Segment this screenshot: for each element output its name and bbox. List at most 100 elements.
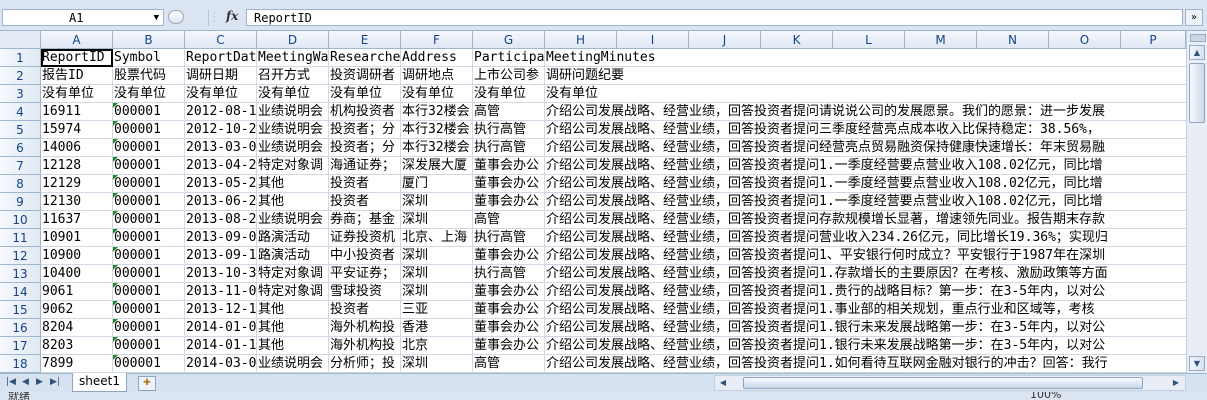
next-sheet-icon[interactable]: ▶: [36, 377, 43, 387]
expand-formula-bar-icon[interactable]: »: [1185, 9, 1203, 26]
table-cell[interactable]: 董事会办公: [473, 175, 545, 193]
table-cell[interactable]: 深圳: [401, 247, 473, 265]
table-cell[interactable]: 2013-12-1: [185, 301, 257, 319]
table-cell[interactable]: 海外机构投: [329, 337, 401, 355]
sheet-tab[interactable]: sheet1: [72, 373, 127, 392]
row-header[interactable]: 11: [0, 229, 41, 247]
table-cell[interactable]: MeetingWa: [257, 49, 329, 67]
table-cell[interactable]: Symbol: [113, 49, 185, 67]
table-cell[interactable]: 业绩说明会: [257, 103, 329, 121]
table-cell[interactable]: 介绍公司发展战略、经营业绩，回答投资者提问1.一季度经营要点营业收入108.02…: [545, 157, 1186, 175]
table-cell[interactable]: 本行32楼会: [401, 121, 473, 139]
table-cell[interactable]: 介绍公司发展战略、经营业绩，回答投资者提问1.贵行的战略目标？第一步：在3-5年…: [545, 283, 1186, 301]
table-cell[interactable]: 股票代码: [113, 67, 185, 85]
table-cell[interactable]: 券商；基金: [329, 211, 401, 229]
table-cell[interactable]: 000001: [113, 283, 185, 301]
table-cell[interactable]: 投资者；分: [329, 139, 401, 157]
table-cell[interactable]: 执行高管: [473, 265, 545, 283]
table-cell[interactable]: 厦门: [401, 175, 473, 193]
spreadsheet-grid[interactable]: ABCDEFGHIJKLMNOP 1 ReportID Symbol ReportDa…: [0, 31, 1186, 373]
table-cell[interactable]: 没有单位: [329, 85, 401, 103]
table-cell[interactable]: 业绩说明会: [257, 211, 329, 229]
scroll-right-icon[interactable]: ▶: [1169, 377, 1183, 389]
row-header[interactable]: 18: [0, 355, 41, 373]
column-header-m[interactable]: M: [905, 31, 977, 49]
table-cell[interactable]: 特定对象调: [257, 265, 329, 283]
table-cell[interactable]: 000001: [113, 247, 185, 265]
table-cell[interactable]: 000001: [113, 139, 185, 157]
table-cell[interactable]: 路演活动: [257, 247, 329, 265]
table-cell[interactable]: 000001: [113, 337, 185, 355]
active-cell[interactable]: ReportID: [41, 49, 113, 67]
vertical-scrollbar[interactable]: ▲ ▼: [1186, 31, 1207, 373]
table-cell[interactable]: 调研日期: [185, 67, 257, 85]
table-cell[interactable]: 深圳: [401, 283, 473, 301]
table-cell[interactable]: 执行高管: [473, 229, 545, 247]
table-cell[interactable]: ReportDat: [185, 49, 257, 67]
row-header[interactable]: 8: [0, 175, 41, 193]
table-cell[interactable]: 介绍公司发展战略、经营业绩，回答投资者提问三季度经营亮点成本收入比保持稳定：38…: [545, 121, 1186, 139]
table-cell[interactable]: 董事会办公: [473, 157, 545, 175]
table-cell[interactable]: 本行32楼会: [401, 103, 473, 121]
chevron-down-icon[interactable]: ▼: [154, 10, 159, 27]
table-cell[interactable]: Address: [401, 49, 473, 67]
table-cell[interactable]: 没有单位: [401, 85, 473, 103]
table-cell[interactable]: 上市公司参: [473, 67, 545, 85]
column-header-k[interactable]: K: [761, 31, 833, 49]
table-cell[interactable]: 中小投资者: [329, 247, 401, 265]
table-cell[interactable]: 介绍公司发展战略、经营业绩，回答投资者提问1、平安银行何时成立？平安银行于198…: [545, 247, 1186, 265]
row-header[interactable]: 5: [0, 121, 41, 139]
table-cell[interactable]: 没有单位: [113, 85, 185, 103]
table-cell[interactable]: 介绍公司发展战略、经营业绩，回答投资者提问存款规模增长显著，增速领先同业。报告期…: [545, 211, 1186, 229]
table-cell[interactable]: 投资者: [329, 175, 401, 193]
row-header[interactable]: 2: [0, 67, 41, 85]
column-header-d[interactable]: D: [257, 31, 329, 49]
table-cell[interactable]: 10901: [41, 229, 113, 247]
table-cell[interactable]: 没有单位: [185, 85, 257, 103]
column-header-e[interactable]: E: [329, 31, 401, 49]
horizontal-scrollbar[interactable]: ◀ ▶: [714, 375, 1186, 391]
table-cell[interactable]: 深圳: [401, 211, 473, 229]
table-cell[interactable]: 没有单位: [473, 85, 545, 103]
select-all-corner[interactable]: [0, 31, 41, 49]
table-cell[interactable]: 2013-08-2: [185, 211, 257, 229]
table-cell[interactable]: 2013-09-1: [185, 247, 257, 265]
row-header[interactable]: 9: [0, 193, 41, 211]
table-cell[interactable]: 董事会办公: [473, 193, 545, 211]
table-cell[interactable]: 分析师；投: [329, 355, 401, 373]
table-cell[interactable]: 北京、上海: [401, 229, 473, 247]
resize-handle-icon[interactable]: [168, 10, 184, 24]
split-handle[interactable]: [1190, 34, 1206, 42]
table-cell[interactable]: 高管: [473, 211, 545, 229]
table-cell[interactable]: 介绍公司发展战略、经营业绩，回答投资者提问1.存款增长的主要原因？在考核、激励政…: [545, 265, 1186, 283]
table-cell[interactable]: 000001: [113, 103, 185, 121]
table-cell[interactable]: 北京: [401, 337, 473, 355]
table-cell[interactable]: 2014-03-0: [185, 355, 257, 373]
table-cell[interactable]: 12129: [41, 175, 113, 193]
table-cell[interactable]: 2014-01-0: [185, 319, 257, 337]
table-cell[interactable]: 2013-10-3: [185, 265, 257, 283]
last-sheet-icon[interactable]: ▶|: [50, 377, 60, 387]
row-header[interactable]: 12: [0, 247, 41, 265]
table-cell[interactable]: 没有单位: [41, 85, 113, 103]
table-cell[interactable]: 000001: [113, 157, 185, 175]
prev-sheet-icon[interactable]: ◀: [22, 377, 29, 387]
table-cell[interactable]: 7899: [41, 355, 113, 373]
row-header[interactable]: 7: [0, 157, 41, 175]
table-cell[interactable]: 000001: [113, 175, 185, 193]
row-header[interactable]: 6: [0, 139, 41, 157]
table-cell[interactable]: 2013-06-2: [185, 193, 257, 211]
name-box[interactable]: A1 ▼: [2, 9, 164, 26]
table-cell[interactable]: 16911: [41, 103, 113, 121]
scroll-up-icon[interactable]: ▲: [1189, 45, 1205, 60]
table-cell[interactable]: 000001: [113, 121, 185, 139]
table-cell[interactable]: 证券投资机: [329, 229, 401, 247]
table-cell[interactable]: 没有单位: [257, 85, 329, 103]
table-cell[interactable]: 2013-03-0: [185, 139, 257, 157]
table-cell[interactable]: 董事会办公: [473, 301, 545, 319]
table-cell[interactable]: 董事会办公: [473, 319, 545, 337]
table-cell[interactable]: 海外机构投: [329, 319, 401, 337]
table-cell[interactable]: 海通证券；: [329, 157, 401, 175]
row-header[interactable]: 10: [0, 211, 41, 229]
table-cell[interactable]: 000001: [113, 229, 185, 247]
